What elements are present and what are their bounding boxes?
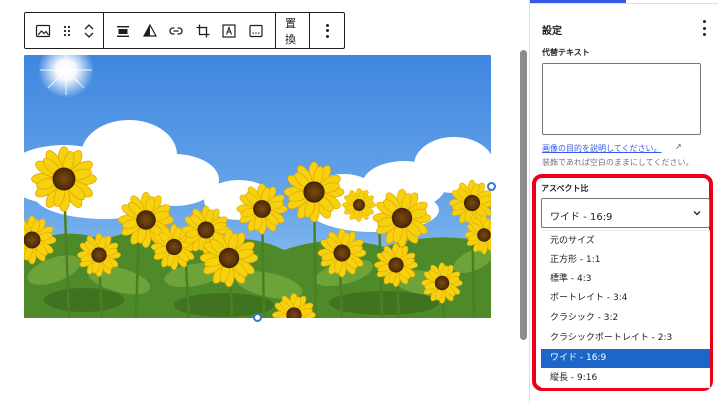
editor-scrollbar[interactable] [520, 50, 527, 340]
aspect-ratio-options: 元のサイズ 正方形 - 1:1 標準 - 4:3 ポートレイト - 3:4 クラ… [541, 230, 710, 388]
aspect-ratio-label: アスペクト比 [541, 184, 589, 193]
aspect-ratio-selected-value: ワイド - 16:9 [550, 212, 613, 223]
image-block-icon[interactable] [31, 13, 55, 48]
sunflower-image[interactable] [24, 55, 491, 318]
alt-text-label: 代替テキスト [542, 48, 590, 57]
alt-text-help-link[interactable]: 画像の目的を説明してください。 [542, 143, 662, 154]
aspect-option-classic-portrait[interactable]: クラシックポートレイト - 2:3 [541, 329, 710, 348]
text-overlay-icon[interactable] [216, 13, 243, 48]
more-options-icon[interactable] [322, 23, 332, 38]
aspect-option-standard[interactable]: 標準 - 4:3 [541, 270, 710, 289]
replace-button[interactable]: 置換 [276, 15, 309, 47]
options-group [310, 13, 344, 48]
tab-divider [530, 3, 718, 4]
move-up-icon[interactable] [83, 22, 95, 31]
alt-text-field[interactable] [542, 63, 701, 135]
move-down-icon[interactable] [83, 31, 95, 40]
external-link-icon: ↗ [675, 142, 682, 151]
aspect-option-original[interactable]: 元のサイズ [541, 232, 710, 251]
link-icon[interactable] [163, 13, 190, 48]
alt-text-help: 装飾であれば空白のままにしてください。 [542, 158, 694, 167]
block-toolbar: 置換 [24, 12, 345, 49]
panel-options-icon[interactable] [698, 20, 710, 36]
crop-icon[interactable] [190, 13, 217, 48]
aspect-option-portrait[interactable]: ポートレイト - 3:4 [541, 289, 710, 308]
block-mover-group [25, 13, 104, 48]
aspect-ratio-select[interactable]: ワイド - 16:9 [541, 198, 710, 228]
duotone-icon[interactable] [137, 13, 164, 48]
drag-handle-icon[interactable] [55, 13, 79, 48]
block-tools-group [104, 13, 276, 48]
caption-icon[interactable] [243, 13, 270, 48]
resize-handle-bottom[interactable] [253, 313, 262, 322]
chevron-down-icon [693, 211, 701, 216]
aspect-option-tall[interactable]: 縦長 - 9:16 [541, 369, 710, 388]
aspect-option-square[interactable]: 正方形 - 1:1 [541, 251, 710, 270]
aspect-option-classic[interactable]: クラシック - 3:2 [541, 309, 710, 328]
block-movers [79, 13, 99, 48]
settings-panel-title: 設定 [542, 26, 562, 37]
replace-group: 置換 [276, 13, 310, 48]
align-icon[interactable] [110, 13, 137, 48]
resize-handle-right[interactable] [487, 182, 496, 191]
aspect-option-wide[interactable]: ワイド - 16:9 [541, 349, 710, 368]
